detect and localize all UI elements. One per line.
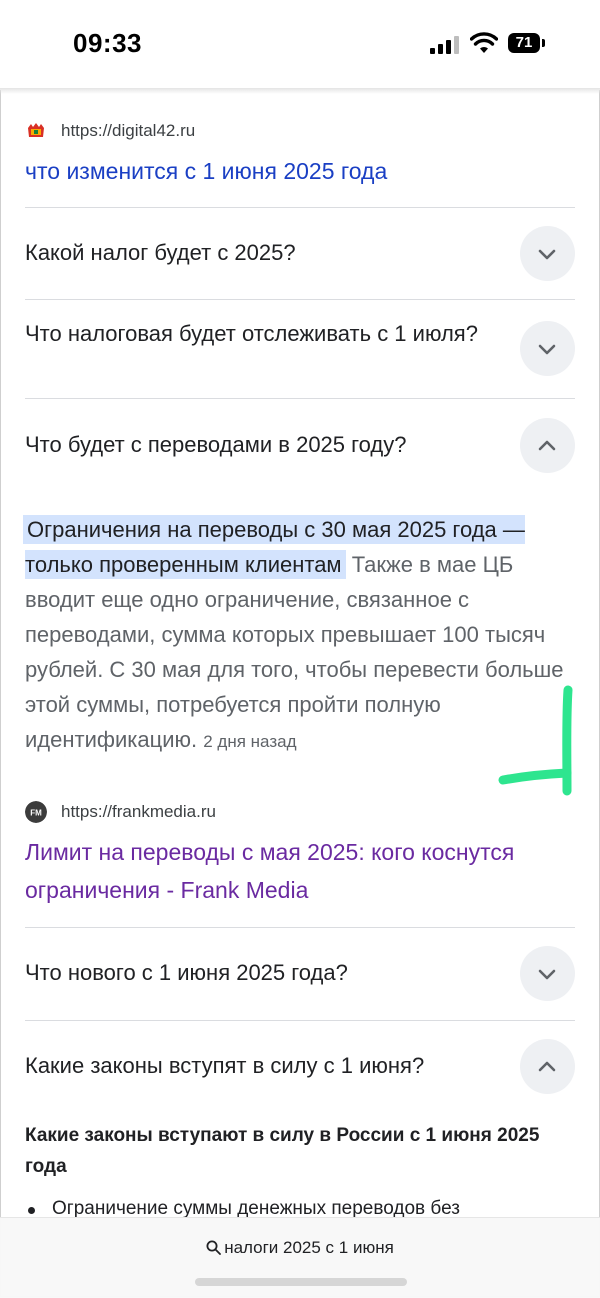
answer-heading: Какие законы вступают в силу в России с …	[25, 1125, 540, 1177]
divider	[25, 927, 575, 928]
result-source-digital42[interactable]: https://digital42.ru	[25, 120, 195, 142]
collapse-button[interactable]	[520, 1039, 575, 1094]
result-source-frankmedia[interactable]: FM https://frankmedia.ru	[25, 801, 216, 823]
status-time: 09:33	[73, 28, 142, 58]
cellular-signal-icon	[430, 36, 459, 54]
collapse-button[interactable]	[520, 418, 575, 473]
faq-question[interactable]: Что налоговая будет отслеживать с 1 июля…	[25, 318, 495, 350]
expand-button[interactable]	[520, 946, 575, 1001]
home-indicator[interactable]	[195, 1278, 407, 1286]
battery-icon: 71	[508, 33, 540, 53]
result-url: https://frankmedia.ru	[61, 802, 216, 821]
faq-question[interactable]: Какие законы вступят в силу с 1 июня?	[25, 1050, 495, 1082]
divider	[25, 1020, 575, 1021]
search-query-text: налоги 2025 с 1 июня	[224, 1238, 394, 1257]
wifi-icon	[470, 32, 498, 53]
chevron-down-icon	[538, 969, 556, 980]
frankmedia-favicon-icon: FM	[25, 801, 47, 823]
answer-body: Также в мае ЦБ вводит еще одно ограничен…	[25, 552, 564, 752]
battery-nub	[542, 39, 545, 47]
bullet-icon	[28, 1207, 35, 1214]
result-title-link[interactable]: что изменится с 1 июня 2025 года	[25, 152, 387, 190]
faq-question[interactable]: Что нового с 1 июня 2025 года?	[25, 957, 495, 989]
status-shadow	[0, 88, 600, 94]
search-query-pill[interactable]: налоги 2025 с 1 июня	[0, 1238, 600, 1258]
hand-drawn-mark	[498, 685, 573, 796]
answer-date: 2 дня назад	[203, 732, 297, 751]
expand-button[interactable]	[520, 226, 575, 281]
chevron-up-icon	[538, 1061, 556, 1072]
chevron-down-icon	[538, 344, 556, 355]
status-bar: 09:33 71	[0, 0, 600, 90]
divider	[25, 299, 575, 300]
search-icon	[206, 1240, 222, 1255]
bottom-search-bar[interactable]: налоги 2025 с 1 июня	[0, 1217, 600, 1298]
result-url: https://digital42.ru	[61, 121, 196, 140]
divider	[25, 398, 575, 399]
digital42-favicon-icon	[25, 120, 47, 142]
faq-question[interactable]: Что будет с переводами в 2025 году?	[25, 429, 495, 461]
result-title-link[interactable]: Лимит на переводы с мая 2025: кого косну…	[25, 833, 575, 909]
faq-question[interactable]: Какой налог будет с 2025?	[25, 237, 495, 269]
chevron-up-icon	[538, 440, 556, 451]
expand-button[interactable]	[520, 321, 575, 376]
svg-text:FM: FM	[30, 809, 42, 818]
divider	[25, 207, 575, 208]
chevron-down-icon	[538, 249, 556, 260]
